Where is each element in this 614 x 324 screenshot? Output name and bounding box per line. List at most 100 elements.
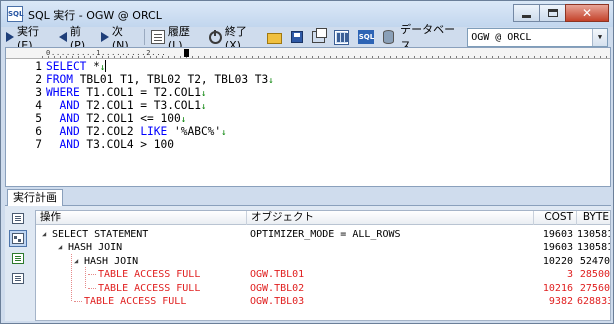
exit-button[interactable]: 終了(X)	[206, 25, 264, 52]
code-lines[interactable]: 1 SELECT *↓ 2 FROM TBL01 T1, TBL02 T2, TBL0…	[6, 60, 610, 151]
sql-execute-window: SQL SQL 実行 - OGW @ ORCL ✕ 実行(E) 前(P) 次(N…	[0, 0, 614, 324]
folder-icon	[267, 32, 283, 44]
plan-row[interactable]: TABLE ACCESS FULL OGW.TBL03 9382 628833	[36, 295, 611, 308]
expand-toggle-icon[interactable]: ◢	[42, 228, 46, 241]
line-number: 7	[35, 138, 42, 151]
sql-app-icon: SQL	[7, 6, 23, 22]
plan-row[interactable]: ◢ SELECT STATEMENT OPTIMIZER_MODE = ALL_RO…	[36, 228, 611, 241]
plan-operation-cell: ◢ SELECT STATEMENT	[36, 228, 247, 241]
plan-byte: 27560	[579, 282, 610, 294]
line-break-mark: ↓	[200, 102, 207, 112]
sql-icon: SQL	[358, 30, 375, 44]
grid-view-button[interactable]	[331, 28, 355, 46]
copy-button[interactable]	[9, 270, 27, 287]
column-header-byte[interactable]: BYTE	[577, 211, 610, 225]
plan-operation-cell: TABLE ACCESS FULL	[36, 282, 247, 295]
previous-button[interactable]: 前(P)	[56, 25, 98, 52]
database-value: OGW @ ORCL	[471, 31, 532, 43]
database-icon	[383, 30, 395, 44]
code-token: T2.COL1 = T3.COL1	[79, 99, 201, 112]
tree-connector-line	[74, 301, 82, 302]
plan-object: OPTIMIZER_MODE = ALL_ROWS	[250, 229, 401, 240]
export-button[interactable]	[9, 250, 27, 267]
plan-byte: 628833	[577, 296, 611, 307]
save-icon	[291, 31, 304, 43]
tab-execution-plan[interactable]: 実行計画	[7, 189, 63, 206]
text-view-icon	[12, 213, 24, 224]
history-button[interactable]: 履歴(L)	[148, 25, 206, 52]
database-dropdown[interactable]: OGW @ ORCL ▼	[467, 27, 608, 47]
execute-button[interactable]: 実行(E)	[3, 25, 56, 52]
plan-operation: TABLE ACCESS FULL	[98, 282, 201, 294]
sql-format-button[interactable]: SQL	[355, 28, 380, 46]
tree-connector-line	[88, 287, 96, 289]
plan-row[interactable]: TABLE ACCESS FULL OGW.TBL02 10216 27560	[36, 282, 610, 295]
chevron-down-icon[interactable]: ▼	[592, 28, 607, 46]
column-header-operation[interactable]: 操作	[36, 211, 247, 225]
sql-keyword: AND	[46, 138, 80, 151]
sql-keyword: AND	[46, 112, 80, 125]
plan-area: 操作 オブジェクト COST BYTE ◢ SELECT STATEMENT OPT…	[5, 206, 611, 321]
code-line[interactable]: 6 AND T2.COL2 LIKE '%ABC%'↓	[6, 125, 610, 138]
minimize-button[interactable]	[513, 4, 540, 22]
code-token: T2.COL2	[79, 125, 141, 138]
plan-operation-cell: ◢ HASH JOIN	[36, 241, 247, 254]
execution-plan-table[interactable]: 操作 オブジェクト COST BYTE ◢ SELECT STATEMENT OPT…	[35, 210, 611, 321]
code-text: AND T3.COL4 > 100	[46, 138, 174, 151]
code-line[interactable]: 5 AND T2.COL1 <= 100↓	[6, 112, 610, 125]
sql-keyword: FROM	[46, 73, 73, 86]
code-text: AND T2.COL1 <= 100↓	[46, 112, 186, 125]
toolbar-separator	[144, 29, 146, 45]
sql-keyword: LIKE	[140, 125, 168, 138]
code-line[interactable]: 3 WHERE T1.COL1 = T2.COL1↓	[6, 86, 610, 99]
expand-toggle-icon[interactable]: ◢	[74, 255, 78, 268]
plan-table-header: 操作 オブジェクト COST BYTE	[36, 211, 610, 225]
sql-editor[interactable]: 0.........1.........2... 1 SELECT *↓ 2 FROM…	[5, 47, 611, 187]
save-button[interactable]	[288, 28, 309, 46]
export-icon	[12, 253, 24, 264]
code-line[interactable]: 7 AND T3.COL4 > 100	[6, 138, 610, 151]
text-view-button[interactable]	[9, 210, 27, 227]
plan-row[interactable]: ◢ HASH JOIN 10220 52470	[36, 255, 610, 268]
expand-toggle-icon[interactable]: ◢	[58, 241, 62, 254]
split-window-icon	[312, 28, 328, 43]
plan-cost: 3	[566, 269, 573, 281]
plan-row[interactable]: TABLE ACCESS FULL OGW.TBL01 3 28500	[36, 268, 610, 281]
window-controls: ✕	[513, 4, 609, 22]
sql-keyword: AND	[46, 125, 80, 138]
code-token: T3.COL4 > 100	[79, 138, 174, 151]
toolbar: 実行(E) 前(P) 次(N) 履歴(L) 終了(X) SQL データベース O…	[3, 23, 611, 52]
split-view-button[interactable]	[309, 28, 331, 46]
plan-cost: 10216	[542, 282, 573, 294]
plan-byte: 130581	[577, 229, 611, 240]
code-text: SELECT *↓	[46, 60, 107, 73]
line-number: 3	[35, 86, 42, 99]
line-number: 1	[35, 60, 42, 73]
maximize-button[interactable]	[539, 4, 566, 22]
play-icon	[6, 32, 14, 42]
open-button[interactable]	[264, 28, 288, 46]
column-header-cost[interactable]: COST	[534, 211, 577, 225]
plan-byte: 28500	[579, 269, 610, 281]
code-line[interactable]: 1 SELECT *↓	[6, 60, 610, 73]
minimize-icon	[522, 14, 531, 18]
next-button[interactable]: 次(N)	[98, 25, 141, 52]
tree-connector-line	[88, 274, 96, 276]
close-button[interactable]: ✕	[565, 4, 609, 22]
plan-operation-cell: ◢ HASH JOIN	[36, 255, 247, 268]
tree-view-button[interactable]	[9, 230, 27, 247]
code-token: *	[86, 60, 100, 73]
plan-operation-cell: TABLE ACCESS FULL	[36, 268, 247, 281]
column-header-object[interactable]: オブジェクト	[247, 211, 534, 225]
plan-row[interactable]: ◢ HASH JOIN 19603 130581	[36, 241, 610, 254]
column-ruler: 0.........1.........2...	[6, 48, 610, 59]
ruler-cursor-marker	[184, 49, 189, 57]
plan-operation: HASH JOIN	[84, 255, 139, 267]
line-break-mark: ↓	[180, 115, 187, 125]
sql-keyword: SELECT	[46, 60, 87, 73]
code-line[interactable]: 2 FROM TBL01 T1, TBL02 T2, TBL03 T3↓	[6, 73, 610, 86]
code-line[interactable]: 4 AND T2.COL1 = T3.COL1↓	[6, 99, 610, 112]
grid-icon	[334, 29, 350, 45]
tree-view-icon	[12, 233, 24, 244]
plan-operation: TABLE ACCESS FULL	[98, 269, 201, 281]
